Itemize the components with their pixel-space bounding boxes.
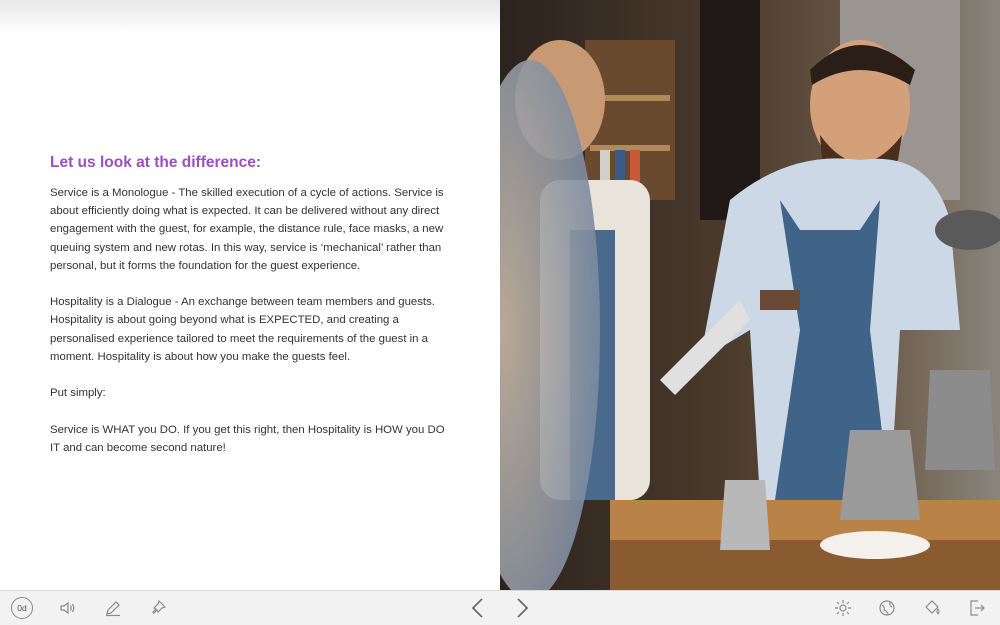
pin-icon[interactable]	[145, 596, 171, 620]
paragraph-service: Service is a Monologue - The skilled exe…	[50, 187, 444, 272]
hotspot-icon[interactable]	[830, 596, 856, 620]
cafe-baristas-photo	[500, 0, 1000, 590]
chevron-left-icon[interactable]	[465, 596, 491, 620]
pencil-icon[interactable]	[100, 596, 126, 620]
content-block: Let us look at the difference: Service i…	[50, 153, 452, 475]
exit-icon[interactable]	[964, 596, 990, 620]
text-panel: Let us look at the difference: Service i…	[0, 0, 500, 590]
paragraph-put-simply: Put simply:	[50, 387, 106, 400]
speaker-icon[interactable]	[55, 596, 81, 620]
paragraph-summary: Service is WHAT you DO. If you get this …	[50, 423, 445, 454]
section-heading: Let us look at the difference:	[50, 154, 262, 171]
timer-badge[interactable]: 0d	[11, 597, 33, 619]
paint-bucket-icon[interactable]	[919, 596, 945, 620]
chevron-right-icon[interactable]	[509, 596, 535, 620]
paragraph-hospitality: Hospitality is a Dialogue - An exchange …	[50, 296, 435, 363]
globe-icon[interactable]	[874, 596, 900, 620]
bottom-toolbar: 0d	[0, 590, 1000, 625]
